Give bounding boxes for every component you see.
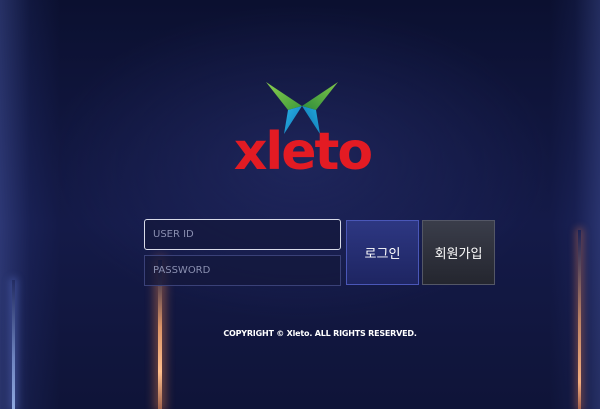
background-light-beam-orange-right	[578, 230, 581, 409]
user-id-input[interactable]	[144, 219, 341, 250]
login-form: 로그인 회원가입	[144, 219, 498, 287]
signup-button[interactable]: 회원가입	[422, 220, 495, 285]
background-light-right	[550, 0, 600, 409]
copyright-text: COPYRIGHT © Xleto. ALL RIGHTS RESERVED.	[223, 329, 417, 338]
background-light-beam-blue	[12, 280, 15, 409]
login-button-label: 로그인	[364, 247, 401, 262]
password-input[interactable]	[144, 255, 341, 286]
brand-logo-text: xleto	[233, 122, 373, 182]
background-light-left	[0, 0, 60, 409]
signup-button-label: 회원가입	[434, 247, 483, 262]
brand-logo: xleto	[210, 78, 395, 188]
login-button[interactable]: 로그인	[346, 220, 419, 285]
